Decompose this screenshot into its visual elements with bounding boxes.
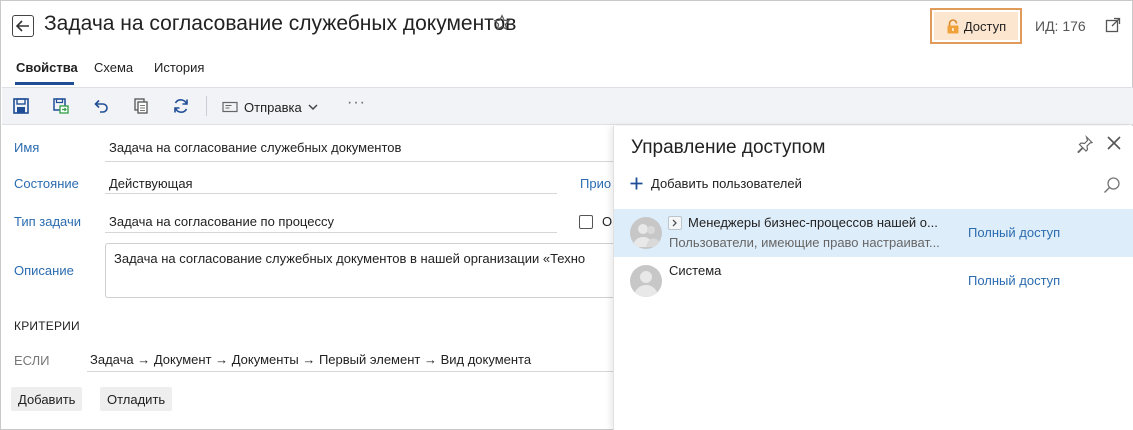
access-entry-description: Пользователи, имеющие право настраиват..…	[669, 235, 940, 250]
task-type-label: Тип задачи	[14, 214, 82, 229]
description-label: Описание	[14, 263, 74, 278]
send-menu-label: Отправка	[244, 99, 302, 115]
arrow-left-icon	[16, 20, 29, 32]
window: Задача на согласование служебных докумен…	[0, 0, 1133, 430]
access-entry-name-text: Менеджеры бизнес-процессов нашей о...	[688, 215, 938, 230]
criteria-expression[interactable]: Задача → Документ → Документы → Первый э…	[90, 352, 531, 367]
tab-properties[interactable]: Свойства	[16, 60, 78, 75]
tab-history[interactable]: История	[154, 60, 204, 75]
access-entry-name: Система	[669, 263, 721, 278]
save-and-close-icon[interactable]	[52, 97, 70, 115]
users-group-icon	[633, 224, 661, 247]
open-external-icon[interactable]	[1105, 17, 1121, 33]
criteria-underline	[87, 371, 613, 372]
star-icon[interactable]	[493, 14, 511, 32]
search-icon[interactable]	[1103, 176, 1121, 194]
send-menu[interactable]: Отправка	[222, 97, 318, 117]
user-icon	[634, 271, 658, 297]
description-field[interactable]: Задача на согласование служебных докумен…	[105, 243, 615, 298]
access-row[interactable]: Система Полный доступ	[614, 257, 1133, 305]
chevron-right-icon[interactable]	[668, 215, 682, 230]
add-users-label: Добавить пользователей	[651, 176, 802, 191]
name-label: Имя	[14, 140, 40, 155]
name-field[interactable]: Задача на согласование служебных докумен…	[109, 140, 609, 155]
task-type-field-underline	[105, 232, 557, 233]
refresh-icon[interactable]	[172, 97, 190, 115]
option-checkbox[interactable]	[579, 215, 593, 229]
tab-scheme[interactable]: Схема	[94, 60, 133, 75]
add-users-button[interactable]: Добавить пользователей	[630, 176, 802, 191]
group-avatar	[630, 217, 662, 249]
toolbar: Отправка ···	[2, 87, 1133, 125]
user-avatar	[630, 265, 662, 297]
access-row[interactable]: Менеджеры бизнес-процессов нашей о... По…	[614, 209, 1133, 257]
active-tab-indicator	[15, 82, 74, 85]
envelope-icon	[222, 101, 238, 113]
toolbar-separator	[206, 96, 207, 116]
task-type-field[interactable]: Задача на согласование по процессу	[109, 214, 549, 229]
debug-button[interactable]: Отладить	[100, 387, 173, 411]
if-label: ЕСЛИ	[14, 353, 50, 368]
state-label: Состояние	[14, 176, 79, 191]
undo-icon[interactable]	[92, 97, 110, 115]
object-id: ИД: 176	[1035, 18, 1086, 34]
lock-icon	[947, 18, 959, 33]
access-button[interactable]: Доступ	[930, 8, 1022, 44]
state-field-underline	[105, 193, 557, 194]
copy-icon[interactable]	[132, 97, 150, 115]
close-icon[interactable]	[1106, 135, 1122, 151]
panel-title: Управление доступом	[631, 137, 826, 158]
name-field-underline	[105, 161, 613, 162]
access-level-link[interactable]: Полный доступ	[968, 225, 1060, 240]
state-field[interactable]: Действующая	[109, 176, 549, 191]
access-entry-name: Менеджеры бизнес-процессов нашей о...	[668, 215, 938, 230]
chevron-down-icon	[308, 103, 318, 110]
add-criteria-button[interactable]: Добавить	[11, 387, 83, 411]
criteria-title: КРИТЕРИИ	[14, 319, 80, 333]
plus-icon	[630, 177, 643, 190]
description-text: Задача на согласование служебных докумен…	[114, 251, 586, 266]
back-button[interactable]	[12, 15, 34, 37]
priority-label: Прио	[580, 176, 612, 191]
access-entry-name-text: Система	[669, 263, 722, 278]
save-icon[interactable]	[12, 97, 30, 115]
more-actions-button[interactable]: ···	[347, 94, 366, 112]
access-management-panel: Управление доступом Добавить пользовател…	[613, 126, 1133, 430]
access-button-label: Доступ	[963, 18, 1007, 34]
page-title: Задача на согласование служебных докумен…	[44, 12, 517, 35]
pin-icon[interactable]	[1076, 135, 1094, 153]
access-level-link[interactable]: Полный доступ	[968, 273, 1060, 288]
